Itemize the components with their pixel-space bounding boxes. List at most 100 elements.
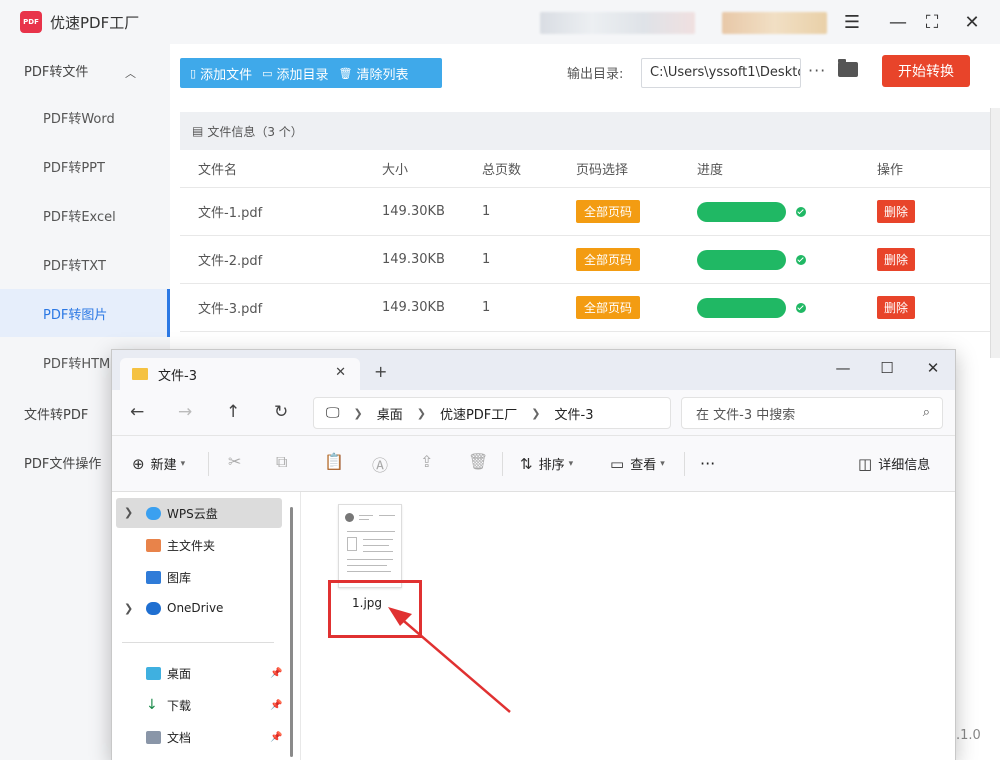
rename-icon[interactable]: Ⓐ bbox=[372, 452, 388, 476]
view-button[interactable]: ▭ 查看 ▾ bbox=[610, 454, 665, 474]
gallery-icon bbox=[146, 571, 161, 584]
chevron-down-icon: ▾ bbox=[568, 458, 574, 469]
back-icon[interactable]: ← bbox=[130, 402, 144, 422]
desktop-icon bbox=[146, 667, 161, 680]
file-size: 149.30KB bbox=[382, 204, 445, 219]
forward-icon[interactable]: → bbox=[178, 402, 192, 422]
sort-button[interactable]: ⇅ 排序 ▾ bbox=[520, 454, 574, 474]
computer-icon: 🖵 bbox=[326, 405, 340, 421]
share-icon[interactable]: ⇪ bbox=[420, 452, 433, 471]
file-name: 文件-2.pdf bbox=[198, 254, 263, 269]
view-label: 查看 bbox=[630, 458, 657, 473]
page-select-button[interactable]: 全部页码 bbox=[576, 248, 641, 271]
nav-label: 主文件夹 bbox=[167, 539, 216, 553]
cloud-icon bbox=[146, 507, 161, 520]
file-pages: 1 bbox=[482, 300, 491, 315]
pane-divider bbox=[300, 492, 301, 760]
minimize-icon[interactable]: — bbox=[886, 10, 910, 34]
breadcrumb-app-folder[interactable]: 优速PDF工厂 bbox=[440, 404, 517, 423]
add-file-button[interactable]: ▯ 添加文件 bbox=[190, 64, 252, 83]
thumbnail-line bbox=[347, 571, 391, 572]
home-icon bbox=[146, 539, 161, 552]
trash-icon: 🗑 bbox=[338, 66, 353, 80]
app-title: 优速PDF工厂 bbox=[50, 14, 140, 32]
details-button[interactable]: ◫ 详细信息 bbox=[858, 454, 930, 474]
sidebar-group-pdf-ops[interactable]: PDF文件操作 bbox=[24, 453, 101, 472]
nav-item-home[interactable]: 主文件夹 bbox=[146, 537, 215, 554]
sidebar-item-pdf-to-excel[interactable]: PDF转Excel bbox=[0, 191, 170, 239]
more-button[interactable]: ··· bbox=[700, 454, 715, 473]
output-dir-input[interactable]: C:\Users\yssoft1\Desktop bbox=[641, 58, 801, 88]
add-file-label: 添加文件 bbox=[200, 67, 253, 83]
file-info-label: 文件信息（3 个） bbox=[207, 124, 303, 139]
delete-button[interactable]: 删除 bbox=[877, 248, 916, 271]
address-bar[interactable]: 🖵 ❯ 桌面 ❯ 优速PDF工厂 ❯ 文件-3 bbox=[313, 397, 671, 429]
app-logo: PDF bbox=[20, 11, 42, 33]
explorer-maximize-icon[interactable]: ☐ bbox=[872, 356, 902, 380]
pin-icon[interactable]: 📌 bbox=[270, 700, 282, 711]
page-select-button[interactable]: 全部页码 bbox=[576, 296, 641, 319]
new-button[interactable]: ⊕ 新建 ▾ bbox=[132, 454, 186, 474]
annotation-arrow bbox=[388, 607, 511, 713]
pin-icon[interactable]: 📌 bbox=[270, 732, 282, 743]
explorer-close-icon[interactable]: ✕ bbox=[918, 356, 948, 380]
chevron-down-icon: ▾ bbox=[180, 458, 186, 469]
delete-icon[interactable]: 🗑 bbox=[468, 452, 488, 471]
explorer-command-bar: ⊕ 新建 ▾ ✂ ⧉ 📋 Ⓐ ⇪ 🗑 ⇅ 排序 ▾ ▭ 查看 ▾ ··· ◫ 详细信息 bbox=[112, 436, 955, 492]
clear-list-button[interactable]: 🗑 清除列表 bbox=[339, 64, 409, 83]
sidebar-group-file-to-pdf[interactable]: 文件转PDF bbox=[24, 404, 88, 423]
close-tab-icon[interactable]: ✕ bbox=[335, 365, 346, 380]
breadcrumb-desktop[interactable]: 桌面 bbox=[377, 404, 403, 423]
more-options-button[interactable]: ··· bbox=[808, 61, 826, 80]
nav-item-onedrive[interactable]: OneDrive bbox=[146, 601, 223, 615]
sidebar-item-pdf-to-image[interactable]: PDF转图片 bbox=[0, 289, 170, 337]
col-action: 操作 bbox=[877, 163, 904, 178]
explorer-tab-bar: 文件-3 ✕ + — ☐ ✕ bbox=[112, 350, 955, 390]
chevron-right-icon[interactable]: ❯ bbox=[124, 602, 133, 615]
nav-label: WPS云盘 bbox=[167, 507, 218, 521]
progress-bar bbox=[697, 297, 786, 318]
nav-item-wps[interactable]: WPS云盘 bbox=[146, 505, 218, 522]
search-input[interactable]: 在 文件-3 中搜索 ⌕ bbox=[681, 397, 943, 429]
menu-icon[interactable]: ☰ bbox=[840, 10, 864, 34]
file-thumbnail[interactable] bbox=[338, 504, 402, 588]
page-select-button[interactable]: 全部页码 bbox=[576, 200, 641, 223]
new-tab-button[interactable]: + bbox=[374, 362, 387, 381]
nav-label: 桌面 bbox=[167, 667, 192, 681]
nav-item-downloads[interactable]: ↓ 下载 bbox=[146, 697, 191, 714]
sidebar-group-pdf-to-file[interactable]: PDF转文件 bbox=[24, 61, 88, 80]
explorer-tab[interactable]: 文件-3 ✕ bbox=[120, 358, 360, 390]
chevron-down-icon: ▾ bbox=[660, 458, 665, 469]
sidebar-item-pdf-to-txt[interactable]: PDF转TXT bbox=[0, 240, 170, 288]
chevron-right-icon[interactable]: ❯ bbox=[124, 506, 133, 519]
file-size: 149.30KB bbox=[382, 252, 445, 267]
cut-icon[interactable]: ✂ bbox=[228, 452, 241, 471]
explorer-minimize-icon[interactable]: — bbox=[828, 356, 858, 380]
chevron-up-icon[interactable]: ︿ bbox=[125, 65, 136, 81]
close-icon[interactable]: ✕ bbox=[960, 10, 984, 34]
pin-icon[interactable]: 📌 bbox=[270, 668, 282, 679]
onedrive-icon bbox=[146, 601, 161, 615]
open-folder-icon[interactable] bbox=[838, 59, 858, 77]
copy-icon[interactable]: ⧉ bbox=[276, 452, 287, 472]
delete-button[interactable]: 删除 bbox=[877, 200, 916, 223]
sidebar-item-pdf-to-ppt[interactable]: PDF转PPT bbox=[0, 142, 170, 190]
explorer-body: ❯ WPS云盘 主文件夹 图库 ❯ OneDrive 桌面 📌 ↓ 下载 📌 文档… bbox=[112, 492, 955, 760]
nav-item-gallery[interactable]: 图库 bbox=[146, 569, 191, 586]
start-convert-button[interactable]: 开始转换 bbox=[882, 55, 970, 87]
add-folder-button[interactable]: ▭ 添加目录 bbox=[262, 64, 328, 83]
folder-icon bbox=[132, 368, 148, 380]
up-icon[interactable]: ↑ bbox=[226, 402, 240, 422]
divider bbox=[122, 642, 274, 643]
nav-item-documents[interactable]: 文档 bbox=[146, 729, 191, 746]
paste-icon[interactable]: 📋 bbox=[324, 452, 344, 471]
refresh-icon[interactable]: ↻ bbox=[274, 402, 288, 422]
breadcrumb-current[interactable]: 文件-3 bbox=[555, 404, 594, 423]
sidebar-item-pdf-to-word[interactable]: PDF转Word bbox=[0, 93, 170, 141]
maximize-icon[interactable]: ⛶ bbox=[920, 10, 944, 34]
nav-item-desktop[interactable]: 桌面 bbox=[146, 665, 191, 682]
delete-button[interactable]: 删除 bbox=[877, 296, 916, 319]
search-placeholder: 在 文件-3 中搜索 bbox=[696, 407, 796, 423]
nav-scrollbar[interactable] bbox=[290, 507, 293, 757]
right-edge-strip bbox=[990, 108, 1000, 358]
